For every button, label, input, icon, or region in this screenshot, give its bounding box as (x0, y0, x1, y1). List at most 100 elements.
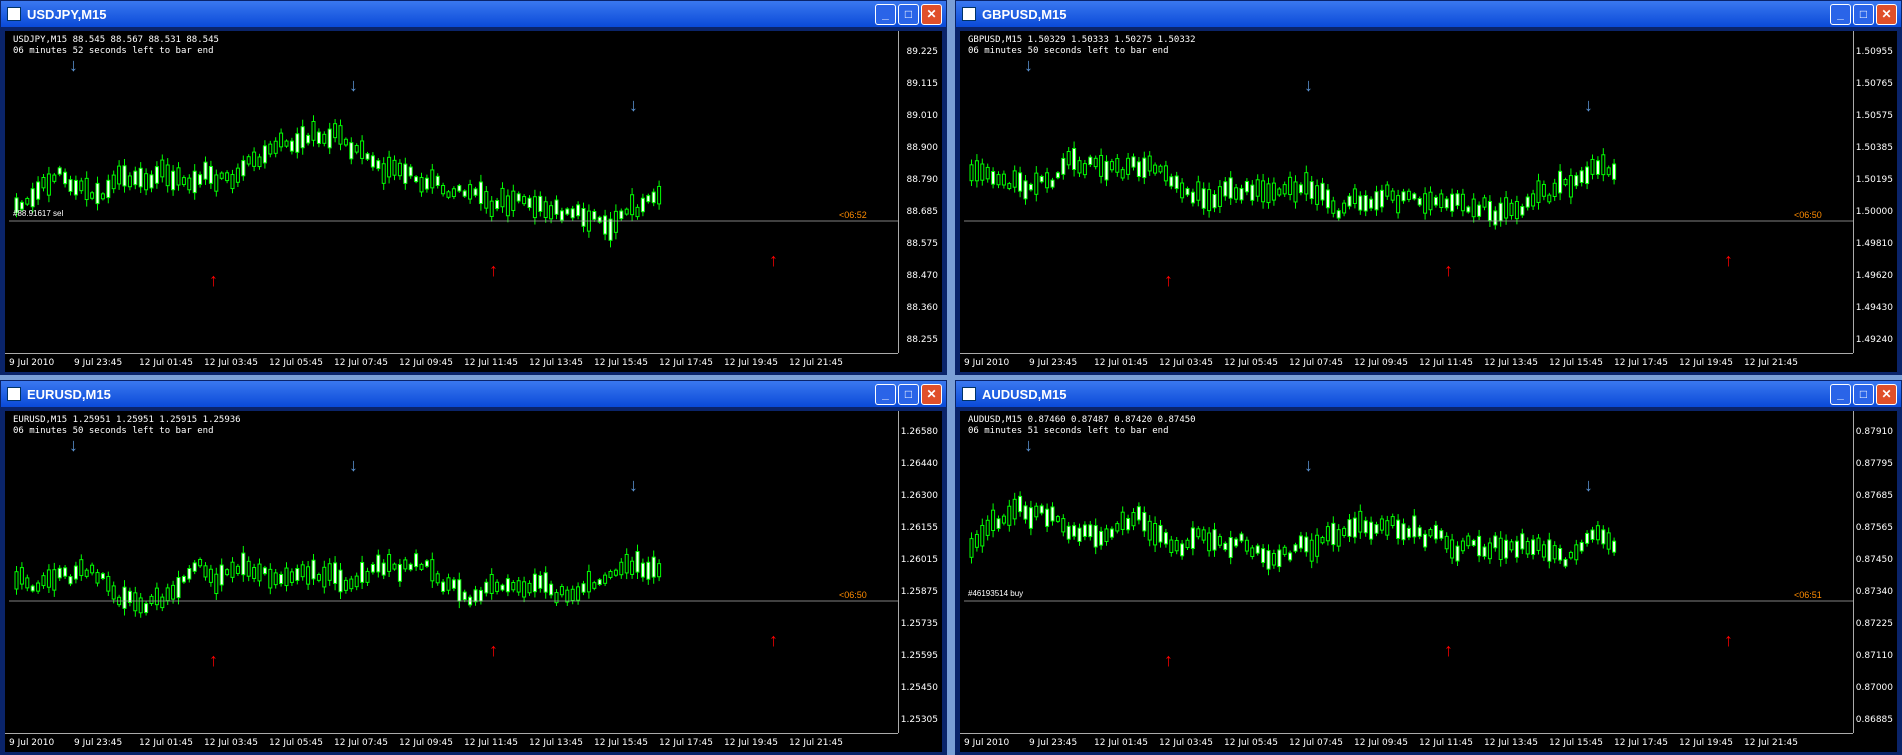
maximize-button[interactable]: □ (898, 383, 919, 405)
candle (219, 172, 224, 179)
title-bar[interactable]: GBPUSD,M15 _ □ ✕ (956, 1, 1901, 27)
countdown-text: <06:52 (839, 210, 867, 220)
candle (1352, 188, 1357, 205)
chart-area[interactable]: USDJPY,M15 88.545 88.567 88.531 88.545 06… (5, 31, 942, 372)
buy-arrow-icon: ↑ (209, 650, 218, 670)
candle (257, 563, 262, 582)
window-title: GBPUSD,M15 (982, 6, 1067, 22)
candle (316, 131, 321, 144)
candle (1142, 157, 1147, 179)
candle (1390, 516, 1395, 526)
candle (1244, 181, 1249, 193)
candle (25, 197, 30, 205)
chart-window[interactable]: GBPUSD,M15 _ □ ✕ GBPUSD,M15 1.50329 1.50333… (955, 0, 1902, 375)
candle (630, 194, 635, 216)
price-tick: 1.26440 (900, 459, 938, 469)
candle (1196, 181, 1201, 201)
candle (414, 553, 419, 568)
candle (1147, 520, 1152, 541)
candle (138, 167, 143, 188)
candle (1450, 539, 1455, 559)
candle (68, 179, 73, 192)
close-button[interactable]: ✕ (921, 3, 942, 25)
candle (1077, 160, 1082, 174)
candle (1531, 539, 1536, 556)
time-tick: 12 Jul 05:45 (1224, 738, 1278, 748)
candle (1120, 511, 1125, 530)
candle (1536, 180, 1541, 203)
candle (203, 565, 208, 578)
chart-area[interactable]: GBPUSD,M15 1.50329 1.50333 1.50275 1.503… (960, 31, 1897, 372)
minimize-button[interactable]: _ (875, 3, 896, 25)
close-button[interactable]: ✕ (921, 383, 942, 405)
minimize-button[interactable]: _ (1830, 383, 1851, 405)
close-button[interactable]: ✕ (1876, 383, 1897, 405)
candle (1444, 198, 1449, 209)
candle (1271, 182, 1276, 201)
candle (635, 551, 640, 573)
candle (624, 553, 629, 574)
chart-area[interactable]: AUDUSD,M15 0.87460 0.87487 0.87420 0.874… (960, 411, 1897, 752)
candle (1585, 532, 1590, 544)
time-axis: 9 Jul 2010 9 Jul 23:45 12 Jul 01:45 12 Jul … (5, 733, 898, 752)
title-bar[interactable]: AUDUSD,M15 _ □ ✕ (956, 381, 1901, 407)
buy-arrow-icon: ↑ (209, 270, 218, 290)
candle (1115, 523, 1120, 532)
time-tick: 12 Jul 09:45 (399, 738, 453, 748)
candle (154, 166, 159, 184)
candle (1282, 184, 1287, 195)
candle (1293, 544, 1298, 552)
candle (1250, 547, 1255, 558)
candle (586, 570, 591, 593)
candle (1007, 505, 1012, 526)
candle (1163, 532, 1168, 545)
candle (441, 184, 446, 195)
chart-window[interactable]: AUDUSD,M15 _ □ ✕ AUDUSD,M15 0.87460 0.87487… (955, 380, 1902, 755)
candle (230, 174, 235, 190)
candle (430, 169, 435, 189)
chart-window[interactable]: USDJPY,M15 _ □ ✕ USDJPY,M15 88.545 88.567 8… (0, 0, 947, 375)
time-tick: 9 Jul 2010 (964, 738, 1010, 748)
candle (57, 167, 62, 175)
time-tick: 9 Jul 23:45 (74, 738, 123, 748)
price-tick: 0.87685 (1855, 491, 1893, 501)
candle (41, 176, 46, 189)
candle (505, 578, 510, 593)
time-tick: 12 Jul 05:45 (269, 358, 323, 368)
time-tick: 12 Jul 11:45 (464, 358, 518, 368)
candle (41, 575, 46, 587)
price-tick: 88.360 (906, 303, 939, 313)
candle (1298, 184, 1303, 194)
time-axis: 9 Jul 2010 9 Jul 23:45 12 Jul 01:45 12 Jul … (960, 733, 1853, 752)
candle (1504, 539, 1509, 559)
candle (176, 577, 181, 599)
candle (338, 125, 343, 145)
candle (246, 560, 251, 577)
candle (1606, 532, 1611, 550)
close-button[interactable]: ✕ (1876, 3, 1897, 25)
time-tick: 12 Jul 15:45 (1549, 358, 1603, 368)
maximize-button[interactable]: □ (898, 3, 919, 25)
title-bar[interactable]: USDJPY,M15 _ □ ✕ (1, 1, 946, 27)
chart-area[interactable]: EURUSD,M15 1.25951 1.25951 1.25915 1.259… (5, 411, 942, 752)
title-bar[interactable]: EURUSD,M15 _ □ ✕ (1, 381, 946, 407)
maximize-button[interactable]: □ (1853, 3, 1874, 25)
candle (1396, 195, 1401, 214)
candle (360, 140, 365, 159)
candle (1369, 198, 1374, 209)
minimize-button[interactable]: _ (875, 383, 896, 405)
buy-arrow-icon: ↑ (1444, 640, 1453, 660)
candle (25, 577, 30, 589)
candle (1558, 548, 1563, 561)
price-tick: 1.26015 (900, 555, 938, 565)
candle (1174, 175, 1179, 190)
maximize-button[interactable]: □ (1853, 383, 1874, 405)
candle (52, 174, 57, 182)
price-tick: 88.685 (906, 207, 939, 217)
candle (1547, 194, 1552, 203)
minimize-button[interactable]: _ (1830, 3, 1851, 25)
candle (1077, 527, 1082, 542)
chart-window[interactable]: EURUSD,M15 _ □ ✕ EURUSD,M15 1.25951 1.25951… (0, 380, 947, 755)
candle (1325, 526, 1330, 542)
candle (441, 581, 446, 592)
